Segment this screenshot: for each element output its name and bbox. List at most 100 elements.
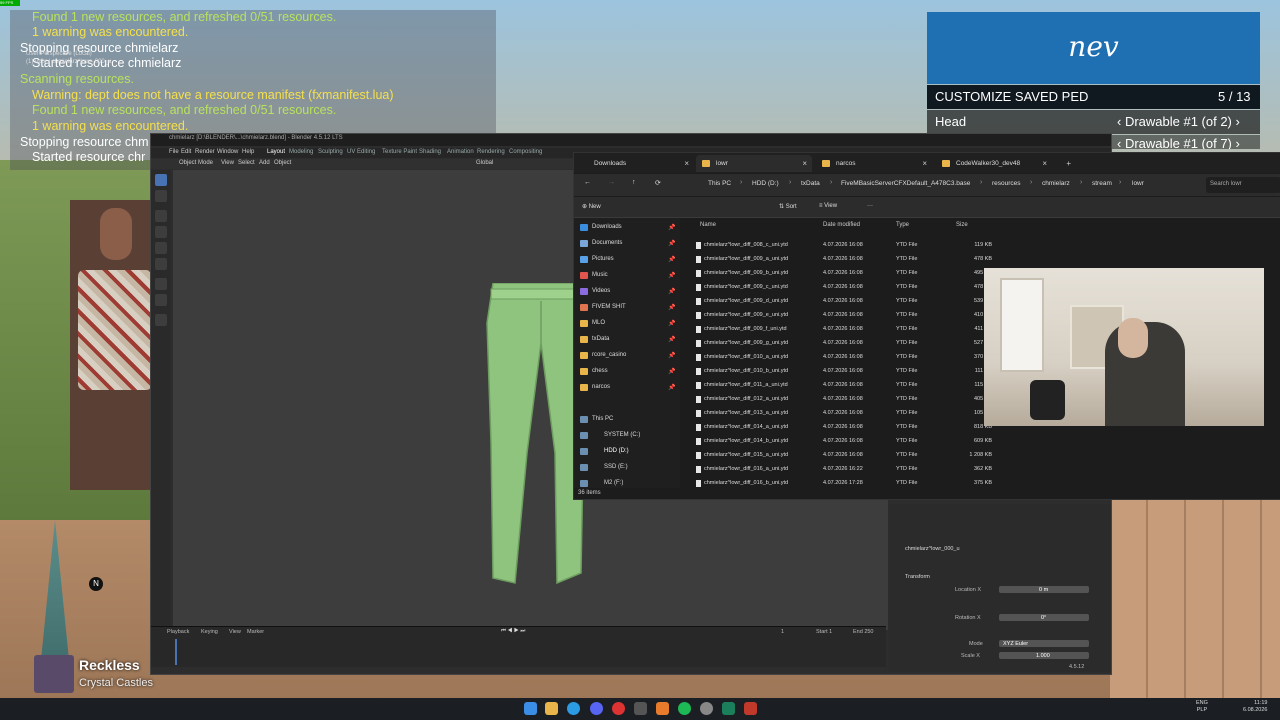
start-icon[interactable] (524, 702, 537, 715)
breadcrumb-lowr[interactable]: lowr (1132, 180, 1144, 187)
timeline-playback[interactable]: Playback (167, 629, 189, 635)
pin-icon[interactable]: 📌 (668, 224, 675, 231)
tab-lowr[interactable]: lowr × (696, 155, 812, 172)
more-options-icon[interactable]: ··· (867, 203, 873, 209)
playhead[interactable] (175, 639, 177, 665)
nav-item[interactable]: Pictures (592, 256, 614, 262)
file-row[interactable]: chmielarz^lowr_diff_009_b_uni.ytd 4.07.20… (686, 267, 992, 281)
measure-tool-icon[interactable] (155, 294, 167, 306)
new-button[interactable]: ⊕ New (582, 203, 601, 210)
frame-end[interactable]: End 250 (853, 629, 874, 635)
drive-item[interactable]: SYSTEM (C:) (604, 432, 640, 438)
header-add[interactable]: Add (259, 160, 270, 166)
refresh-icon[interactable]: ⟳ (655, 179, 661, 187)
file-row[interactable]: chmielarz^lowr_diff_016_b_uni.ytd 4.07.20… (686, 477, 992, 491)
file-row[interactable]: chmielarz^lowr_diff_009_g_uni.ytd 4.07.20… (686, 337, 992, 351)
workspace-tab-layout[interactable]: Layout (267, 149, 285, 155)
app-icon[interactable] (722, 702, 735, 715)
pin-icon[interactable]: 📌 (668, 240, 675, 247)
clock[interactable]: 11:19 6.08.2026 (1243, 700, 1267, 714)
object-mode-select[interactable]: Object Mode (179, 160, 213, 166)
forward-icon[interactable]: → (608, 179, 615, 186)
rotate-tool-icon[interactable] (155, 226, 167, 238)
file-row[interactable]: chmielarz^lowr_diff_009_d_uni.ytd 4.07.20… (686, 295, 992, 309)
menu-edit[interactable]: Edit (181, 149, 191, 155)
pin-icon[interactable]: 📌 (668, 336, 675, 343)
frame-start[interactable]: Start 1 (816, 629, 832, 635)
nav-item[interactable]: Documents (592, 240, 622, 246)
file-row[interactable]: chmielarz^lowr_diff_013_a_uni.ytd 4.07.20… (686, 407, 992, 421)
tab-downloads[interactable]: Downloads × (580, 155, 694, 172)
transform-tool-icon[interactable] (155, 258, 167, 270)
file-row[interactable]: chmielarz^lowr_diff_009_c_uni.ytd 4.07.20… (686, 281, 992, 295)
file-row[interactable]: chmielarz^lowr_diff_009_e_uni.ytd 4.07.20… (686, 309, 992, 323)
file-row[interactable]: chmielarz^lowr_diff_011_a_uni.ytd 4.07.20… (686, 379, 992, 393)
header-select[interactable]: Select (238, 160, 255, 166)
column-date[interactable]: Date modified (823, 222, 860, 228)
discord-icon[interactable] (590, 702, 603, 715)
view-button[interactable]: ≡ View (819, 203, 837, 209)
close-icon[interactable]: × (802, 159, 807, 168)
pin-icon[interactable]: 📌 (668, 256, 675, 263)
tab-narcos[interactable]: narcos × (816, 155, 932, 172)
nav-item[interactable]: rcore_casino (592, 352, 626, 358)
pin-icon[interactable]: 📌 (668, 384, 675, 391)
workspace-tab-animation[interactable]: Animation (447, 149, 474, 155)
play-controls-icon[interactable]: ⏮ ◀ ▶ ⏭ (501, 628, 525, 635)
file-row[interactable]: chmielarz^lowr_diff_010_b_uni.ytd 4.07.20… (686, 365, 992, 379)
pin-icon[interactable]: 📌 (668, 368, 675, 375)
drive-item[interactable]: M2 (F:) (604, 480, 623, 486)
file-row[interactable]: chmielarz^lowr_diff_015_a_uni.ytd 4.07.20… (686, 449, 992, 463)
drive-item[interactable]: SSD (E:) (604, 464, 628, 470)
transform-section[interactable]: Transform (905, 574, 930, 580)
header-view[interactable]: View (221, 160, 234, 166)
nav-item[interactable]: MLO (592, 320, 605, 326)
breadcrumb-server[interactable]: FiveMBasicServerCFXDefault_A478C3.base (841, 180, 970, 187)
hud-menu-row-head[interactable]: Head ‹ Drawable #1 (of 2) › (927, 110, 1260, 134)
timeline-view[interactable]: View (229, 629, 241, 635)
current-frame[interactable]: 1 (781, 629, 784, 635)
workspace-tab-modeling[interactable]: Modeling (289, 149, 313, 155)
nav-item[interactable]: chess (592, 368, 608, 374)
drive-item[interactable]: HDD (D:) (604, 448, 629, 454)
file-explorer-icon[interactable] (545, 702, 558, 715)
nav-item[interactable]: FIVEM SHIT (592, 304, 626, 310)
pin-icon[interactable]: 📌 (668, 304, 675, 311)
column-name[interactable]: Name (700, 222, 716, 228)
hud-row-value[interactable]: ‹ Drawable #1 (of 7) › (1117, 136, 1240, 149)
file-row[interactable]: chmielarz^lowr_diff_012_a_uni.ytd 4.07.20… (686, 393, 992, 407)
workspace-tab-rendering[interactable]: Rendering (477, 149, 505, 155)
workspace-tab-shading[interactable]: Shading (419, 149, 441, 155)
edge-icon[interactable] (567, 702, 580, 715)
annotate-tool-icon[interactable] (155, 278, 167, 290)
sort-button[interactable]: ⇅ Sort (779, 203, 797, 210)
close-icon[interactable]: × (684, 159, 689, 168)
steam-icon[interactable] (700, 702, 713, 715)
file-row[interactable]: chmielarz^lowr_diff_016_a_uni.ytd 4.07.20… (686, 463, 992, 477)
file-row[interactable]: chmielarz^lowr_diff_009_a_uni.ytd 4.07.20… (686, 253, 992, 267)
transform-orientation[interactable]: Global (476, 160, 493, 166)
hud-row-value[interactable]: ‹ Drawable #1 (of 2) › (1117, 114, 1240, 129)
file-row[interactable]: chmielarz^lowr_diff_014_b_uni.ytd 4.07.20… (686, 435, 992, 449)
game-icon[interactable] (744, 702, 757, 715)
back-icon[interactable]: ← (584, 179, 591, 186)
nav-item[interactable]: Videos (592, 288, 610, 294)
menu-window[interactable]: Window (217, 149, 238, 155)
breadcrumb-chmielarz[interactable]: chmielarz (1042, 180, 1070, 187)
nav-item[interactable]: Downloads (592, 224, 622, 230)
file-row[interactable]: chmielarz^lowr_diff_008_c_uni.ytd 4.07.20… (686, 239, 992, 253)
nav-item[interactable]: Music (592, 272, 608, 278)
select-tool-icon[interactable] (155, 174, 167, 186)
breadcrumb-txdata[interactable]: txData (801, 180, 820, 187)
pin-icon[interactable]: 📌 (668, 272, 675, 279)
pin-icon[interactable]: 📌 (668, 352, 675, 359)
breadcrumb-resources[interactable]: resources (992, 180, 1021, 187)
file-row[interactable]: chmielarz^lowr_diff_014_a_uni.ytd 4.07.20… (686, 421, 992, 435)
cursor-tool-icon[interactable] (155, 190, 167, 202)
move-tool-icon[interactable] (155, 210, 167, 222)
blender-icon[interactable] (656, 702, 669, 715)
add-cube-tool-icon[interactable] (155, 314, 167, 326)
pin-icon[interactable]: 📌 (668, 288, 675, 295)
up-icon[interactable]: ↑ (632, 179, 636, 186)
file-row[interactable]: chmielarz^lowr_diff_009_f_uni.ytd 4.07.20… (686, 323, 992, 337)
